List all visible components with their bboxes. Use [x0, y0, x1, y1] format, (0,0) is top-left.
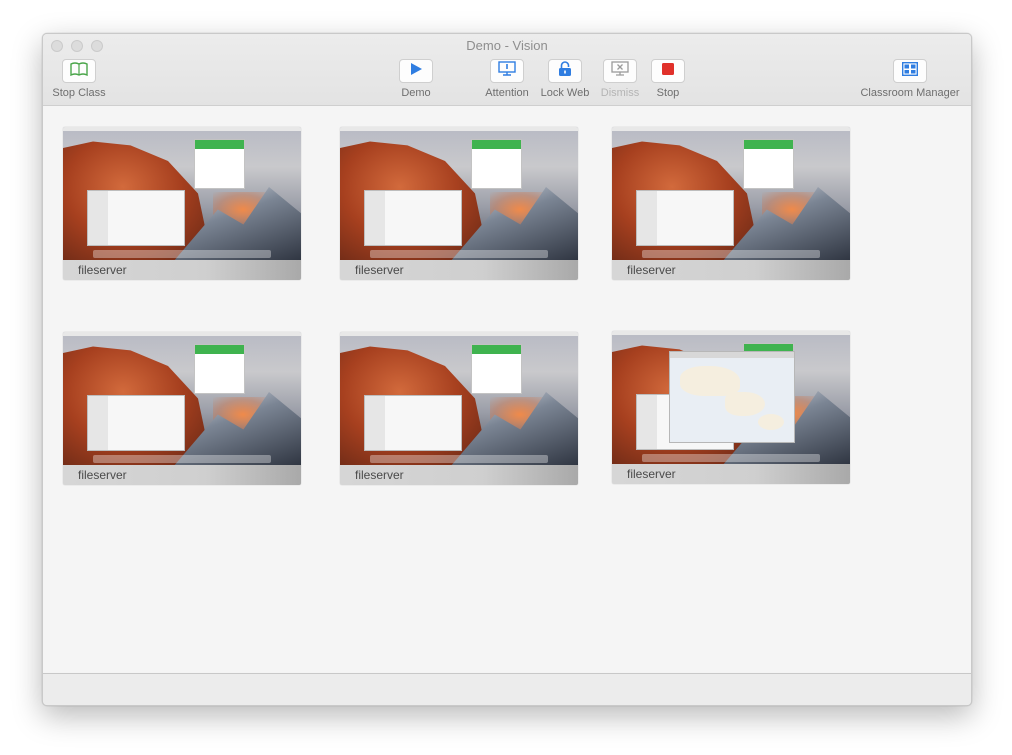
- monitor-dismiss-icon: [611, 61, 629, 81]
- student-name: fileserver: [627, 467, 676, 481]
- grid-layout-icon: [901, 61, 919, 81]
- window-title: Demo - Vision: [466, 38, 548, 53]
- stop-class-button[interactable]: Stop Class: [49, 59, 109, 99]
- student-name: fileserver: [78, 468, 127, 482]
- dismiss-control[interactable]: [603, 59, 637, 83]
- student-screen-preview: [612, 331, 850, 464]
- lock-web-label: Lock Web: [540, 87, 590, 99]
- stop-button[interactable]: Stop: [645, 59, 691, 99]
- student-name-caption: fileserver: [63, 465, 301, 485]
- dismiss-label: Dismiss: [600, 87, 640, 99]
- student-thumbnail[interactable]: fileserver: [63, 332, 301, 485]
- student-grid: fileserver fileserver fileserver fileser…: [43, 106, 971, 672]
- student-name: fileserver: [627, 263, 676, 277]
- demo-control[interactable]: [399, 59, 433, 83]
- attention-control[interactable]: [490, 59, 524, 83]
- demo-button[interactable]: Demo: [391, 59, 441, 99]
- student-name: fileserver: [78, 263, 127, 277]
- stop-label: Stop: [656, 87, 680, 99]
- monitor-attention-icon: [498, 61, 516, 81]
- app-window: Demo - Vision Stop Class Demo Attention …: [42, 33, 972, 706]
- student-name-caption: fileserver: [63, 260, 301, 280]
- student-thumbnail[interactable]: fileserver: [612, 331, 850, 484]
- student-name-caption: fileserver: [340, 465, 578, 485]
- student-name: fileserver: [355, 468, 404, 482]
- stop-class-label: Stop Class: [52, 87, 106, 99]
- student-thumbnail[interactable]: fileserver: [612, 127, 850, 280]
- student-name-caption: fileserver: [612, 464, 850, 484]
- titlebar: Demo - Vision Stop Class Demo Attention …: [43, 34, 971, 106]
- classroom-manager-label: Classroom Manager: [860, 87, 960, 99]
- lock-web-button[interactable]: Lock Web: [538, 59, 592, 99]
- maps-window: [669, 351, 795, 443]
- student-name-caption: fileserver: [340, 260, 578, 280]
- student-thumbnail[interactable]: fileserver: [340, 332, 578, 485]
- play-icon: [410, 62, 422, 80]
- student-screen-preview: [63, 127, 301, 260]
- padlock-icon: [558, 60, 572, 82]
- stop-square-icon: [662, 62, 674, 80]
- student-thumbnail[interactable]: fileserver: [340, 127, 578, 280]
- classroom-manager-button[interactable]: Classroom Manager: [855, 59, 965, 99]
- student-thumbnail[interactable]: fileserver: [63, 127, 301, 280]
- open-book-icon: [70, 61, 88, 81]
- dismiss-button[interactable]: Dismiss: [596, 59, 644, 99]
- student-screen-preview: [340, 332, 578, 465]
- student-name: fileserver: [355, 263, 404, 277]
- classroom-manager-control[interactable]: [893, 59, 927, 83]
- stop-class-control[interactable]: [62, 59, 96, 83]
- status-bar: [43, 673, 971, 705]
- student-screen-preview: [612, 127, 850, 260]
- student-name-caption: fileserver: [612, 260, 850, 280]
- attention-label: Attention: [485, 87, 529, 99]
- student-screen-preview: [340, 127, 578, 260]
- lock-web-control[interactable]: [548, 59, 582, 83]
- demo-label: Demo: [401, 87, 431, 99]
- attention-button[interactable]: Attention: [480, 59, 534, 99]
- stop-control[interactable]: [651, 59, 685, 83]
- student-screen-preview: [63, 332, 301, 465]
